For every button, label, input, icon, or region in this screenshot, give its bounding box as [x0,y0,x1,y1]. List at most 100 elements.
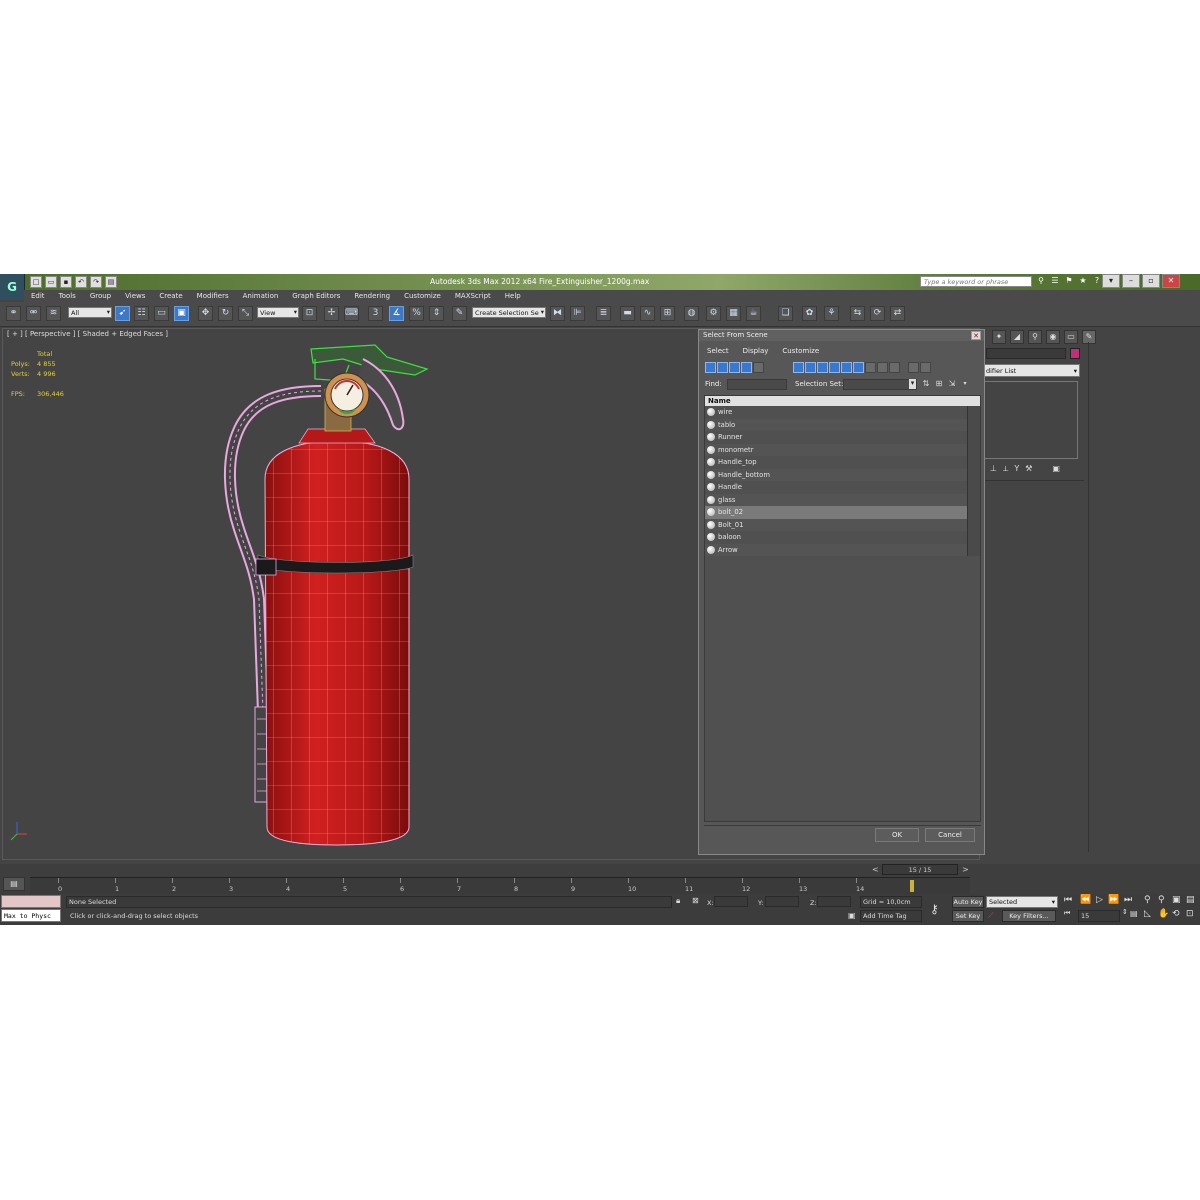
menu-rendering[interactable]: Rendering [347,290,397,302]
window-crossing-icon[interactable]: ▣ [174,306,189,321]
hierarchy-icon[interactable]: ⊞ [934,379,944,389]
binoculars-icon[interactable]: ⚲ [1036,276,1046,286]
maxscript-listener-input[interactable]: Max to Physc [1,909,61,922]
list-item[interactable]: Handle_top [705,456,968,469]
maximize-viewport-icon[interactable]: ⊡ [1186,909,1194,919]
key-filters-button[interactable]: Key Filters... [1002,910,1056,922]
list-item[interactable]: monometr [705,443,968,456]
hierarchy-tab-icon[interactable]: ⚲ [1028,330,1042,344]
auto-key-button[interactable]: Auto Key [952,896,984,908]
save-file-icon[interactable]: ▪ [60,276,72,288]
populate-icon[interactable]: ⚘ [824,306,839,321]
create-tab-icon[interactable]: ✦ [992,330,1006,344]
spinner-snap-icon[interactable]: ⇕ [429,306,444,321]
selection-lock-icon[interactable]: 🔒︎ [676,896,680,906]
select-and-rotate-icon[interactable]: ↻ [218,306,233,321]
list-item[interactable]: Arrow [705,543,968,556]
list-item[interactable]: wire [705,406,968,419]
selection-filter-select[interactable]: All [68,307,112,318]
menu-edit[interactable]: Edit [24,290,52,302]
find-input[interactable] [727,379,787,390]
track-bar[interactable]: 0 1 2 3 4 5 6 7 8 9 10 11 12 13 14 [30,877,970,894]
go-to-end-icon[interactable]: ⏭ [1124,895,1132,905]
frame-spinner-icon[interactable]: ⇕ [1122,908,1128,916]
list-item[interactable]: bolt_02 [705,506,968,519]
display-cameras-icon[interactable] [741,362,752,373]
display-invert-icon[interactable] [889,362,900,373]
pan-view-icon[interactable]: ✋ [1158,909,1169,919]
list-scrollbar[interactable] [967,406,980,556]
select-by-name-icon[interactable]: ☷ [134,306,149,321]
unlink-icon[interactable]: ⚮ [26,306,41,321]
menu-help[interactable]: Help [498,290,528,302]
dialog-close-icon[interactable]: ✕ [971,331,981,340]
project-folder-icon[interactable]: ▤ [105,276,117,288]
xref-icon[interactable]: ⇆ [850,306,865,321]
bind-space-warp-icon[interactable]: ≋ [46,306,61,321]
time-slider-next-icon[interactable]: > [962,865,969,874]
object-name-field[interactable] [986,348,1066,359]
new-file-icon[interactable]: □ [30,276,42,288]
sort-icon[interactable]: ⇅ [921,379,931,389]
snaps-toggle-icon[interactable]: 3 [368,306,383,321]
zoom-extents-icon[interactable]: ▣ [1172,895,1181,905]
angle-snap-icon[interactable]: ∡ [389,306,404,321]
remove-modifier-icon[interactable]: ⚒ [1025,464,1032,474]
current-frame-field[interactable]: 15 [1078,910,1120,922]
filter-options-icon[interactable] [920,362,931,373]
motion-tab-icon[interactable]: ◉ [1046,330,1060,344]
set-key-icon[interactable]: ⚷ [930,902,939,916]
update-icon[interactable]: ⟳ [870,306,885,321]
align-icon[interactable]: ⊫ [570,306,585,321]
name-column-header[interactable]: Name [705,396,980,406]
z-coordinate-field[interactable] [817,896,851,907]
display-helpers-icon[interactable] [753,362,764,373]
time-slider[interactable]: 15 / 15 [882,864,958,875]
absolute-mode-icon[interactable]: ⊠ [692,896,699,905]
set-key-button[interactable]: Set Key [952,910,984,922]
modifier-list-select[interactable]: difier List [984,364,1080,377]
time-configuration-icon[interactable]: ▤ [1130,909,1138,918]
go-to-start-icon[interactable]: ⏮ [1064,895,1072,905]
open-file-icon[interactable]: ▭ [45,276,57,288]
previous-frame-icon[interactable]: ⏪ [1080,895,1091,905]
menu-maxscript[interactable]: MAXScript [448,290,498,302]
display-containers-icon[interactable] [841,362,852,373]
undo-icon[interactable]: ↶ [75,276,87,288]
zoom-icon[interactable]: ⚲ [1144,895,1151,905]
keyboard-shortcut-override-icon[interactable]: ⌨ [344,306,359,321]
display-geometry-icon[interactable] [705,362,716,373]
render-setup-icon[interactable]: ⚙ [706,306,721,321]
list-item[interactable]: baloon [705,531,968,544]
filter-icon[interactable] [908,362,919,373]
layer-manager-icon[interactable]: ≣ [596,306,611,321]
select-and-scale-icon[interactable]: ⤡ [238,306,253,321]
percent-snap-icon[interactable]: % [409,306,424,321]
key-mode-select[interactable]: Selected [986,896,1058,908]
sync-icon[interactable]: ⇄ [890,306,905,321]
current-time-marker[interactable] [910,880,914,892]
display-xrefs-icon[interactable] [817,362,828,373]
key-mode-toggle-icon[interactable]: ⏮ [1064,909,1070,918]
default-in-out-tangent-icon[interactable]: ⟋ [988,911,994,921]
redo-icon[interactable]: ↷ [90,276,102,288]
utilities-tab-icon[interactable]: ✎ [1082,330,1096,344]
display-all-icon[interactable] [865,362,876,373]
display-tab-icon[interactable]: ▭ [1064,330,1078,344]
select-and-link-icon[interactable]: ⚭ [6,306,21,321]
select-and-manipulate-icon[interactable]: ✢ [324,306,339,321]
object-paint-icon[interactable]: ✿ [802,306,817,321]
application-menu-icon[interactable]: G [0,274,25,300]
schematic-view-icon[interactable]: ⊞ [660,306,675,321]
display-none-icon[interactable] [877,362,888,373]
dialog-menu-display[interactable]: Display [735,346,775,357]
modify-tab-icon[interactable]: ◢ [1010,330,1024,344]
select-object-icon[interactable]: ➹ [115,306,130,321]
tools-icon[interactable]: ▾ [1102,274,1120,288]
configure-modifier-sets-icon[interactable]: ▣ [1052,464,1060,474]
time-tag-icon[interactable]: ▣ [848,911,856,920]
expand-icon[interactable]: ⇲ [947,379,957,389]
display-frozen-icon[interactable] [853,362,864,373]
select-and-move-icon[interactable]: ✥ [198,306,213,321]
reference-coordinate-select[interactable]: View [257,307,299,318]
